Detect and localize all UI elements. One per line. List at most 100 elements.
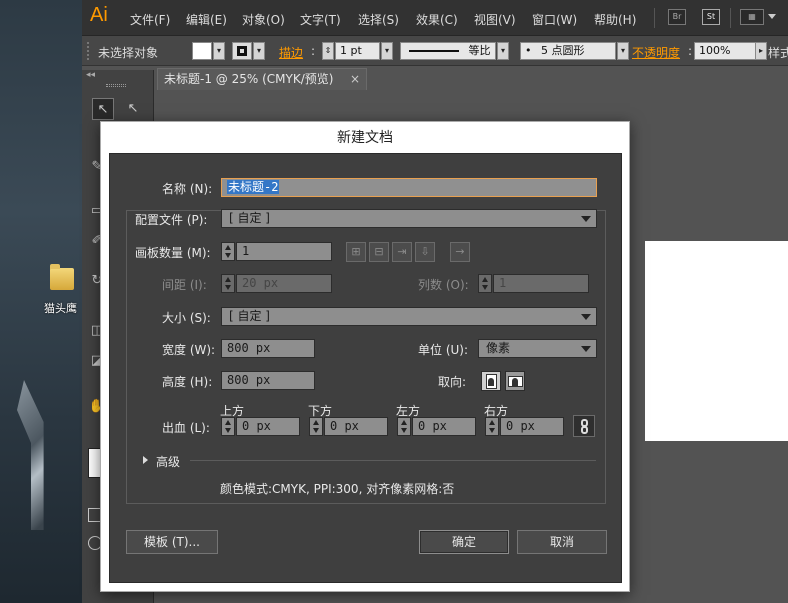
spacing-input: 20 px (236, 274, 332, 293)
profile-line-icon (409, 50, 459, 52)
menu-file[interactable]: 文件(F) (130, 11, 170, 28)
name-input[interactable]: 未标题-2 (221, 178, 597, 197)
artboards-stepper[interactable] (221, 242, 235, 261)
menu-window[interactable]: 窗口(W) (532, 11, 577, 28)
bleed-top-stepper[interactable] (221, 417, 235, 436)
bleed-bottom-input[interactable]: 0 px (324, 417, 388, 436)
stroke-swatch-inner (237, 46, 247, 56)
folder-icon[interactable] (50, 264, 74, 290)
opacity-label[interactable]: 不透明度 (632, 44, 680, 61)
bridge-icon[interactable]: Br (668, 9, 686, 25)
stroke-label[interactable]: 描边 (279, 44, 303, 61)
menu-object[interactable]: 对象(O) (242, 11, 285, 28)
brush-dropdown[interactable]: ▾ (617, 42, 629, 60)
opacity-dropdown[interactable]: ▸ (755, 42, 767, 60)
opacity-input[interactable]: 100% (694, 42, 756, 60)
stroke-weight-stepper[interactable]: ⇕ (322, 42, 334, 60)
bleed-left-stepper[interactable] (397, 417, 411, 436)
fill-swatch[interactable] (192, 42, 212, 60)
bleed-bottom-stepper[interactable] (309, 417, 323, 436)
arrange-by-row-icon[interactable]: ⇥ (392, 242, 412, 262)
menu-effect[interactable]: 效果(C) (416, 11, 458, 28)
units-select-value: 像素 (486, 341, 511, 355)
stroke-weight-input[interactable]: 1 pt (335, 42, 380, 60)
panel-grip[interactable] (106, 84, 126, 87)
bleed-right-stepper[interactable] (485, 417, 499, 436)
opacity-label-colon: : (688, 44, 693, 58)
artboards-label: 画板数量 (M): (135, 246, 211, 260)
stroke-swatch[interactable] (232, 42, 252, 60)
columns-label: 列数 (O): (418, 278, 469, 292)
portrait-orientation-icon[interactable] (481, 371, 501, 391)
chain-link-bottom (581, 426, 588, 434)
profile-dropdown[interactable]: ▾ (497, 42, 509, 60)
artboards-input[interactable]: 1 (236, 242, 332, 261)
menu-bar: Ai 文件(F) 编辑(E) 对象(O) 文字(T) 选择(S) 效果(C) 视… (82, 0, 788, 36)
bleed-top-input[interactable]: 0 px (236, 417, 300, 436)
brush-value: 5 点圆形 (541, 44, 585, 57)
dialog-body: 名称 (N): 未标题-2 配置文件 (P): [ 自定 ] 画板数量 (M):… (109, 153, 622, 583)
width-input[interactable]: 800 px (221, 339, 315, 358)
link-bleed-icon[interactable] (573, 415, 595, 437)
grid-by-row-icon[interactable]: ⊞ (346, 242, 366, 262)
size-label: 大小 (S): (162, 311, 211, 325)
new-document-dialog: 新建文档 名称 (N): 未标题-2 配置文件 (P): [ 自定 ] 画板数量… (100, 121, 630, 592)
profile-select[interactable]: [ 自定 ] (221, 209, 597, 228)
tab-document[interactable]: 未标题-1 @ 25% (CMYK/预览) × (157, 68, 367, 90)
height-input[interactable]: 800 px (221, 371, 315, 390)
wallpaper-sculpture (17, 380, 44, 530)
workspace-layout-icon[interactable]: ▦ (740, 9, 764, 25)
stroke-weight-dropdown[interactable]: ▾ (381, 42, 393, 60)
variable-width-profile[interactable]: 等比 (400, 42, 496, 60)
menu-type[interactable]: 文字(T) (300, 11, 341, 28)
cancel-button[interactable]: 取消 (517, 530, 607, 554)
name-input-value: 未标题-2 (227, 180, 280, 194)
expand-advanced-icon[interactable] (143, 456, 148, 464)
size-select[interactable]: [ 自定 ] (221, 307, 597, 326)
desktop-folder-label: 猫头鹰 (44, 302, 77, 315)
profile-select-value: [ 自定 ] (229, 211, 270, 225)
spacing-label: 间距 (I): (162, 278, 207, 292)
selection-status: 未选择对象 (98, 46, 159, 60)
close-icon[interactable]: × (350, 69, 360, 90)
fill-dropdown-button[interactable]: ▾ (213, 42, 225, 60)
ok-button[interactable]: 确定 (419, 530, 509, 554)
person-icon (488, 378, 494, 386)
units-select[interactable]: 像素 (478, 339, 597, 358)
bleed-right-input[interactable]: 0 px (500, 417, 564, 436)
right-to-left-icon[interactable]: → (450, 242, 470, 262)
bleed-left-input[interactable]: 0 px (412, 417, 476, 436)
orientation-label: 取向: (438, 375, 467, 389)
brush-dot-icon: • (525, 44, 532, 57)
person-icon (512, 378, 518, 386)
panel-grip[interactable] (87, 42, 91, 60)
menu-view[interactable]: 视图(V) (474, 11, 516, 28)
control-bar: 未选择对象 ▾ ▾ 描边 : ⇕ 1 pt ▾ 等比 ▾ • 5 点圆形 ▾ 不… (82, 36, 788, 66)
spacing-stepper (221, 274, 235, 293)
name-label: 名称 (N): (162, 182, 213, 196)
advanced-divider (190, 460, 596, 461)
stroke-dropdown-button[interactable]: ▾ (253, 42, 265, 60)
menu-help[interactable]: 帮助(H) (594, 11, 636, 28)
collapse-panel-icon[interactable]: ◂◂ (86, 70, 95, 80)
document-tab-title: 未标题-1 @ 25% (CMYK/预览) (164, 72, 334, 86)
bleed-label: 出血 (L): (162, 421, 210, 435)
profile-label: 配置文件 (P): (135, 213, 208, 227)
menu-edit[interactable]: 编辑(E) (186, 11, 227, 28)
width-label: 宽度 (W): (162, 343, 216, 357)
direct-selection-tool-icon[interactable]: ↖ (122, 98, 144, 120)
chevron-down-icon[interactable] (768, 14, 776, 19)
menu-select[interactable]: 选择(S) (358, 11, 399, 28)
arrange-by-column-icon[interactable]: ⇩ (415, 242, 435, 262)
stock-icon[interactable]: St (702, 9, 720, 25)
style-label[interactable]: 样式 (768, 44, 788, 61)
selection-tool-icon[interactable]: ↖ (92, 98, 114, 120)
units-label: 单位 (U): (418, 343, 469, 357)
landscape-orientation-icon[interactable] (505, 371, 525, 391)
brush-definition[interactable]: • 5 点圆形 (520, 42, 616, 60)
advanced-label[interactable]: 高级 (156, 453, 180, 470)
templates-button[interactable]: 模板 (T)... (126, 530, 218, 554)
menu-separator (654, 8, 655, 28)
grid-by-column-icon[interactable]: ⊟ (369, 242, 389, 262)
size-select-value: [ 自定 ] (229, 309, 270, 323)
